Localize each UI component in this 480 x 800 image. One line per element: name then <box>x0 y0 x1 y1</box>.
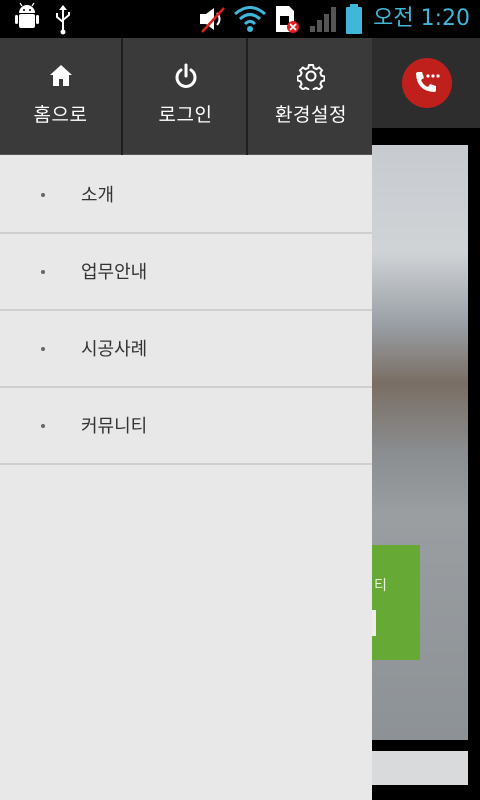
background-header <box>372 38 480 128</box>
home-button[interactable]: 홈으로 <box>0 38 123 155</box>
menu-item-cases[interactable]: 시공사례 <box>0 311 372 388</box>
menu-item-business[interactable]: 업무안내 <box>0 234 372 311</box>
menu-item-intro[interactable]: 소개 <box>0 157 372 234</box>
status-time: 오전 1:20 <box>373 6 470 31</box>
green-banner-text: 티 <box>374 578 387 594</box>
background-app: 티 <box>372 38 480 800</box>
bullet-icon <box>41 193 45 197</box>
home-button-label: 홈으로 <box>33 104 88 126</box>
bullet-icon <box>41 270 45 274</box>
battery-icon <box>346 4 362 34</box>
login-button-label: 로그인 <box>158 104 213 126</box>
call-button[interactable] <box>402 58 452 108</box>
gear-icon <box>297 64 325 90</box>
green-banner <box>372 545 420 660</box>
bullet-icon <box>41 424 45 428</box>
home-icon <box>49 65 72 86</box>
background-photo: 티 <box>372 145 468 740</box>
bullet-icon <box>41 347 45 351</box>
menu-item-community[interactable]: 커뮤니티 <box>0 388 372 465</box>
settings-button[interactable]: 환경설정 <box>250 38 372 155</box>
background-bottom-bar <box>372 751 468 785</box>
signal-icon <box>310 7 336 32</box>
android-debug-icon <box>15 2 39 28</box>
usb-icon <box>56 5 70 35</box>
volume-muted-icon <box>200 7 225 33</box>
status-bar: 오전 1:20 <box>0 0 480 38</box>
menu-item-label: 커뮤니티 <box>81 416 148 437</box>
power-icon <box>175 63 196 88</box>
login-button[interactable]: 로그인 <box>125 38 248 155</box>
green-banner-box <box>372 610 376 636</box>
settings-button-label: 환경설정 <box>275 104 347 126</box>
drawer-header: 홈으로 로그인 환경설정 <box>0 38 372 155</box>
menu-item-label: 소개 <box>81 185 115 206</box>
sim-error-icon <box>276 6 299 33</box>
phone-chat-icon <box>416 72 440 92</box>
menu-item-label: 시공사례 <box>81 339 148 360</box>
drawer-menu: 소개 업무안내 시공사례 커뮤니티 <box>0 157 372 465</box>
wifi-icon <box>234 6 266 32</box>
navigation-drawer: 홈으로 로그인 환경설정 소개 업무안내 시공사례 커뮤니티 <box>0 38 372 800</box>
menu-item-label: 업무안내 <box>81 262 148 283</box>
